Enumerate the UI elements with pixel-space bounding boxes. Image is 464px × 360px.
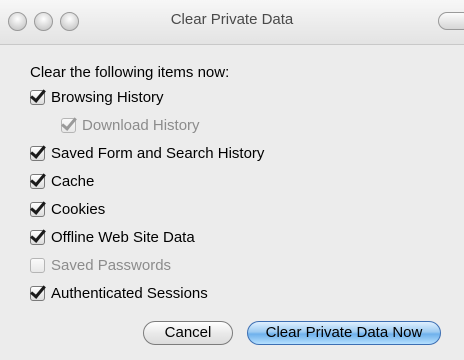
window-title: Clear Private Data: [170, 11, 294, 28]
toolbar-toggle-button[interactable]: [438, 12, 464, 30]
download-history-checkbox: [61, 117, 76, 133]
item-download-history: Download History: [61, 114, 200, 136]
cache-label: Cache: [51, 172, 95, 190]
cookies-checkbox[interactable]: [30, 201, 45, 217]
item-browsing-history[interactable]: Browsing History: [30, 86, 164, 108]
item-authenticated-sessions[interactable]: Authenticated Sessions: [30, 282, 208, 304]
dialog-buttons: Cancel Clear Private Data Now: [0, 319, 464, 347]
saved-form-search-history-label: Saved Form and Search History: [51, 144, 265, 162]
authenticated-sessions-checkbox[interactable]: [30, 285, 45, 301]
offline-web-site-data-checkbox[interactable]: [30, 229, 45, 245]
browsing-history-checkbox[interactable]: [30, 89, 45, 105]
cache-checkbox[interactable]: [30, 173, 45, 189]
dialog-content: Clear the following items now: Browsing …: [0, 44, 464, 360]
saved-form-search-history-checkbox[interactable]: [30, 145, 45, 161]
item-cache[interactable]: Cache: [30, 170, 94, 192]
offline-web-site-data-label: Offline Web Site Data: [51, 228, 195, 246]
download-history-label: Download History: [82, 116, 200, 134]
authenticated-sessions-label: Authenticated Sessions: [51, 284, 208, 302]
item-saved-form-search-history[interactable]: Saved Form and Search History: [30, 142, 264, 164]
browsing-history-label: Browsing History: [51, 88, 164, 106]
items-heading: Clear the following items now:: [30, 64, 230, 81]
saved-passwords-checkbox: [30, 257, 45, 273]
clear-private-data-now-button[interactable]: Clear Private Data Now: [247, 321, 441, 345]
clear-private-data-dialog: Clear Private Data Clear the following i…: [0, 0, 464, 360]
title-bar: Clear Private Data: [0, 0, 464, 45]
cookies-label: Cookies: [51, 200, 106, 218]
item-saved-passwords: Saved Passwords: [30, 254, 171, 276]
item-offline-web-site-data[interactable]: Offline Web Site Data: [30, 226, 195, 248]
saved-passwords-label: Saved Passwords: [51, 256, 172, 274]
item-cookies[interactable]: Cookies: [30, 198, 105, 220]
cancel-button[interactable]: Cancel: [143, 321, 233, 345]
